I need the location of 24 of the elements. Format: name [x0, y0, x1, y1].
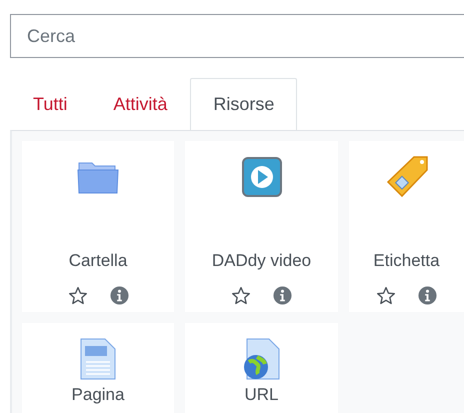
- tab[interactable]: Attività: [90, 78, 190, 130]
- module-name: Cartella: [68, 251, 128, 270]
- document-icon: [80, 338, 116, 380]
- tag-icon: [386, 156, 428, 198]
- module-card[interactable]: Pagina: [22, 323, 174, 413]
- star-icon[interactable]: [68, 286, 88, 306]
- module-name: Pagina: [72, 385, 124, 404]
- module-card[interactable]: DADdy video: [185, 141, 338, 312]
- module-name: DADdy video: [212, 251, 312, 270]
- star-icon[interactable]: [376, 286, 396, 306]
- info-icon[interactable]: [418, 286, 437, 306]
- star-icon[interactable]: [231, 286, 251, 306]
- module-name: URL: [244, 385, 278, 404]
- play-icon: [242, 157, 282, 197]
- info-icon[interactable]: [273, 286, 292, 306]
- tab[interactable]: Tutti: [10, 78, 90, 130]
- web-page-icon: [242, 338, 280, 380]
- tab[interactable]: Risorse: [190, 78, 298, 130]
- module-name: Etichetta: [373, 251, 440, 270]
- module-card[interactable]: Cartella: [22, 141, 174, 312]
- info-icon[interactable]: [110, 286, 128, 306]
- module-card[interactable]: URL: [185, 323, 338, 413]
- search-field[interactable]: Cerca: [10, 14, 464, 58]
- module-card[interactable]: Etichetta: [349, 141, 464, 312]
